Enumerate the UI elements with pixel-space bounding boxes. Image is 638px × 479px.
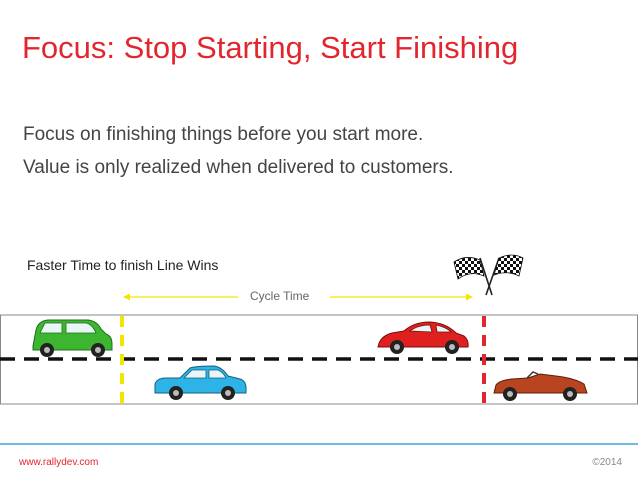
race-track-illustration: [0, 254, 638, 445]
cycle-time-label: Cycle Time: [250, 289, 310, 303]
footer-website-link[interactable]: www.rallydev.com: [19, 457, 98, 468]
footer-copyright: ©2014: [592, 457, 622, 468]
green-car-icon: [32, 319, 113, 357]
red-convertible-icon: [493, 371, 588, 401]
blue-car-icon: [154, 365, 247, 400]
checkered-flags-icon: [453, 254, 524, 296]
red-sports-car-icon: [377, 321, 469, 354]
